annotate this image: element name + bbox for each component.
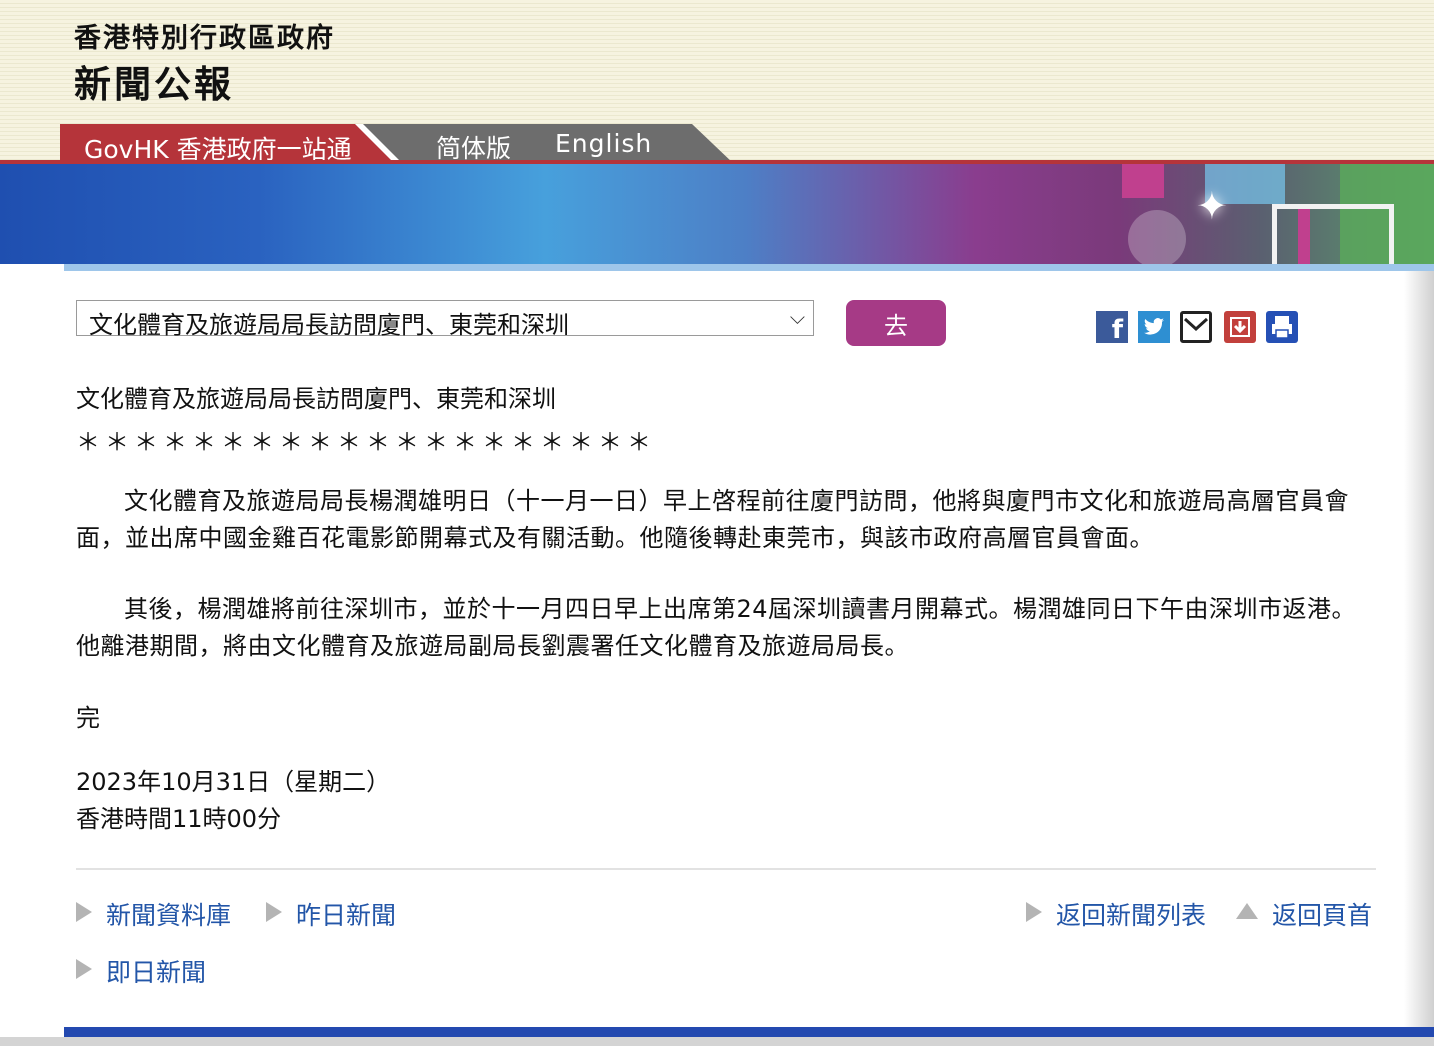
- site-subtitle[interactable]: 新聞公報: [74, 54, 234, 108]
- email-icon[interactable]: [1180, 311, 1212, 343]
- footer-strip: [0, 1037, 1434, 1046]
- title-separator: ＊＊＊＊＊＊＊＊＊＊＊＊＊＊＊＊＊＊＊＊: [76, 428, 656, 456]
- news-archive-link[interactable]: 新聞資料庫: [106, 896, 231, 932]
- article-paragraph-1: 文化體育及旅遊局局長楊潤雄明日（十一月一日）早上啓程前往廈門訪問，他將與廈門市文…: [76, 487, 1349, 552]
- sparkle-icon: ✦: [1196, 184, 1228, 228]
- chevron-down-icon: ⌵: [789, 305, 805, 329]
- back-to-list-link[interactable]: 返回新聞列表: [1056, 896, 1206, 932]
- go-button[interactable]: 去: [846, 300, 946, 346]
- page-shadow: [1404, 271, 1434, 1031]
- print-icon[interactable]: [1266, 311, 1298, 343]
- arrow-right-icon: [76, 959, 92, 979]
- today-news-link[interactable]: 即日新聞: [106, 953, 206, 989]
- header-banner: ✦: [0, 164, 1434, 264]
- banner-underline: [64, 264, 1434, 271]
- english-link[interactable]: English: [555, 129, 652, 158]
- twitter-icon[interactable]: [1138, 311, 1170, 343]
- yesterday-news-link[interactable]: 昨日新聞: [296, 896, 396, 932]
- article-end: 完: [76, 704, 100, 732]
- download-icon[interactable]: [1224, 311, 1256, 343]
- arrow-right-icon: [1026, 902, 1042, 922]
- facebook-icon[interactable]: f: [1096, 311, 1128, 343]
- footer-bar: [64, 1027, 1434, 1037]
- article-paragraph-2: 其後，楊潤雄將前往深圳市，並於十一月四日早上出席第24屆深圳讀書月開幕式。楊潤雄…: [76, 595, 1357, 660]
- arrow-right-icon: [266, 902, 282, 922]
- arrow-right-icon: [76, 902, 92, 922]
- arrow-up-icon: [1236, 903, 1258, 919]
- site-title[interactable]: 香港特別行政區政府: [74, 16, 335, 55]
- back-to-top-link[interactable]: 返回頁首: [1272, 896, 1372, 932]
- article-title: 文化體育及旅遊局局長訪問廈門、東莞和深圳: [76, 385, 556, 413]
- select-value: 文化體育及旅遊局局長訪問廈門、東莞和深圳: [89, 311, 569, 339]
- press-release-select[interactable]: 文化體育及旅遊局局長訪問廈門、東莞和深圳 ⌵: [76, 300, 814, 339]
- language-bar: [362, 124, 734, 164]
- release-date: 2023年10月31日（星期二）: [76, 768, 391, 796]
- release-time: 香港時間11時00分: [76, 805, 282, 833]
- footer-divider: [76, 868, 1376, 870]
